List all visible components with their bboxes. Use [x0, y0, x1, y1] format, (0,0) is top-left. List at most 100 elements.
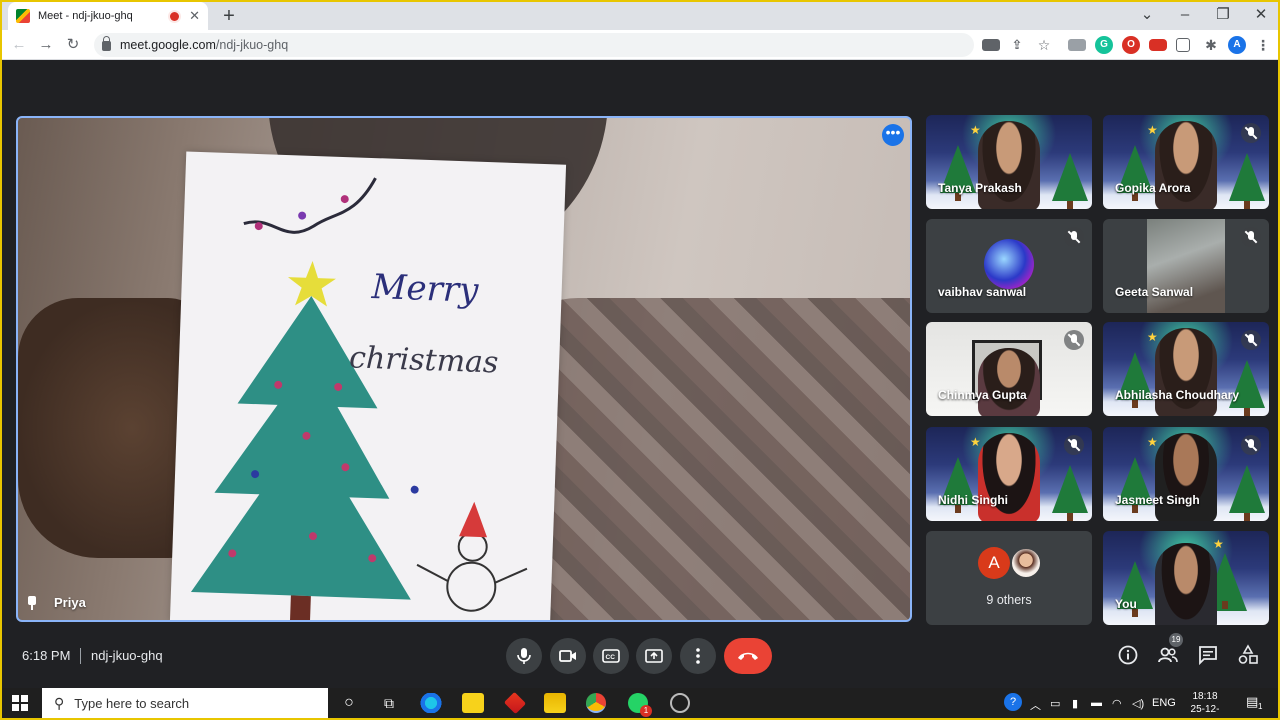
minimize-button[interactable]: – [1166, 2, 1204, 30]
tab-close-icon[interactable]: ✕ [189, 8, 200, 24]
clock-date: 25-12-2021 [1190, 704, 1220, 718]
microphone-icon [517, 648, 531, 664]
file-explorer-icon[interactable] [544, 693, 566, 713]
network-icon[interactable]: ▭ [1050, 697, 1060, 710]
participant-tile-geeta[interactable]: Geeta Sanwal [1103, 219, 1269, 313]
share-icon[interactable]: ⇪ [1008, 36, 1026, 54]
participant-tile-nidhi[interactable]: ★ Nidhi Singhi [926, 427, 1092, 521]
browser-tab-meet[interactable]: Meet - ndj-jkuo-ghq ✕ [8, 2, 208, 30]
participant-video [1155, 328, 1217, 416]
show-hidden-icons-icon[interactable]: ︿ [1030, 697, 1041, 713]
microphone-button[interactable] [506, 638, 542, 674]
participant-tile-vaibhav[interactable]: vaibhav sanwal [926, 219, 1092, 313]
participant-name: Abhilasha Choudhary [1115, 388, 1240, 402]
whatsapp-icon[interactable]: 1 [628, 693, 652, 717]
input-language[interactable]: ENG [1152, 697, 1176, 709]
search-placeholder: Type here to search [74, 695, 190, 711]
battery-icon[interactable]: ▬ [1091, 697, 1102, 709]
clock-time: 18:18 [1192, 691, 1218, 702]
leave-call-button[interactable] [724, 638, 772, 674]
mic-tray-icon[interactable]: ▮ [1072, 697, 1078, 710]
close-window-button[interactable]: ✕ [1242, 2, 1278, 30]
new-tab-button[interactable]: + [218, 5, 240, 27]
volume-icon[interactable]: ◁) [1132, 697, 1144, 710]
activities-button[interactable] [1237, 644, 1259, 666]
obs-icon[interactable] [670, 693, 690, 713]
sticky-notes-icon[interactable] [462, 693, 484, 713]
mic-muted-icon [1241, 435, 1261, 455]
windows-start-icon[interactable] [12, 695, 28, 711]
chat-button[interactable] [1197, 644, 1219, 666]
main-video-label: Priya [26, 595, 86, 610]
meet-stage: Merry christmas ••• Priya ★ Tanya Prakas… [2, 60, 1278, 686]
card-text-christmas: christmas [349, 340, 499, 380]
present-screen-button[interactable] [636, 638, 672, 674]
meeting-details-button[interactable] [1117, 644, 1139, 666]
camera-in-use-icon[interactable] [982, 39, 1000, 51]
participant-video [1155, 121, 1217, 209]
chrome-taskbar-icon[interactable] [586, 693, 606, 713]
notification-center-icon[interactable]: ▤ [1246, 694, 1258, 710]
youtube-extension-icon[interactable] [1149, 39, 1167, 51]
svg-text:CC: CC [606, 654, 616, 661]
taskbar-clock[interactable]: 18:18 25-12-2021 [1182, 690, 1228, 718]
participant-tile-others[interactable]: A 9 others [926, 531, 1092, 625]
participant-video [978, 348, 1040, 416]
extensions-puzzle-icon[interactable]: ✱ [1202, 36, 1220, 54]
bookmark-star-icon[interactable]: ☆ [1035, 36, 1053, 54]
participant-tile-chinmya[interactable]: Chinmya Gupta [926, 322, 1092, 416]
more-options-button[interactable]: ••• [882, 124, 904, 146]
participant-video [1155, 433, 1217, 521]
sidebar-extension-icon[interactable] [1176, 38, 1190, 52]
maximize-button[interactable]: ❐ [1204, 2, 1242, 30]
notification-count-badge: 1 [1258, 702, 1263, 711]
profile-avatar[interactable]: A [1228, 36, 1246, 54]
more-options-menu-button[interactable] [680, 638, 716, 674]
captions-icon: CC [602, 649, 620, 663]
participant-tile-self[interactable]: ★ You [1103, 531, 1269, 625]
url-host: meet.google.com [120, 38, 216, 52]
whatsapp-unread-badge: 1 [640, 705, 652, 717]
others-count: 9 others [986, 593, 1032, 607]
camera-button[interactable] [550, 638, 586, 674]
chrome-menu-icon[interactable]: ⋮ [1254, 36, 1272, 54]
mic-muted-icon [1064, 330, 1084, 350]
back-arrow-icon[interactable]: ← [8, 34, 30, 56]
reload-icon[interactable]: ↻ [62, 34, 84, 56]
browser-tab-strip: Meet - ndj-jkuo-ghq ✕ + ⌄ – ❐ ✕ [2, 2, 1278, 30]
participant-name: Jasmeet Singh [1115, 493, 1200, 507]
people-button[interactable] [1157, 644, 1179, 666]
presenter-shirt [498, 298, 910, 620]
main-video-tile[interactable]: Merry christmas ••• Priya [16, 116, 912, 622]
participant-avatar [984, 239, 1034, 289]
edge-icon[interactable] [420, 693, 442, 713]
opera-extension-icon[interactable]: O [1122, 36, 1140, 54]
tab-search-button[interactable]: ⌄ [1128, 2, 1166, 30]
participant-tile-tanya[interactable]: ★ Tanya Prakash [926, 115, 1092, 209]
forward-arrow-icon[interactable]: → [35, 34, 57, 56]
recording-indicator-icon [170, 11, 180, 21]
mic-muted-icon [1241, 227, 1261, 247]
pin-icon[interactable] [26, 595, 38, 610]
taskbar-search-box[interactable]: ⚲ Type here to search [42, 688, 328, 718]
participant-name: Gopika Arora [1115, 181, 1191, 195]
screenshot-extension-icon[interactable] [1068, 39, 1086, 51]
meeting-code: ndj-jkuo-ghq [91, 648, 163, 663]
participant-avatar-a: A [978, 547, 1010, 579]
task-view-icon[interactable]: ⧉ [378, 693, 400, 713]
participant-tile-jasmeet[interactable]: ★ Jasmeet Singh [1103, 427, 1269, 521]
address-bar[interactable]: meet.google.com/ndj-jkuo-ghq [94, 33, 974, 57]
grammarly-extension-icon[interactable]: G [1095, 36, 1113, 54]
people-icon [1158, 647, 1178, 663]
participant-tile-abhilasha[interactable]: ★ Abhilasha Choudhary [1103, 322, 1269, 416]
cortana-icon[interactable]: ○ [338, 693, 360, 713]
captions-button[interactable]: CC [593, 638, 629, 674]
wifi-icon[interactable]: ◠ [1112, 697, 1122, 710]
help-icon[interactable]: ? [1004, 693, 1022, 711]
search-icon: ⚲ [54, 694, 65, 711]
participant-tile-gopika[interactable]: ★ Gopika Arora [1103, 115, 1269, 209]
meet-favicon-icon [16, 9, 30, 23]
participant-name: vaibhav sanwal [938, 285, 1027, 299]
anydesk-icon[interactable] [503, 691, 527, 715]
url-path: /ndj-jkuo-ghq [215, 38, 289, 52]
